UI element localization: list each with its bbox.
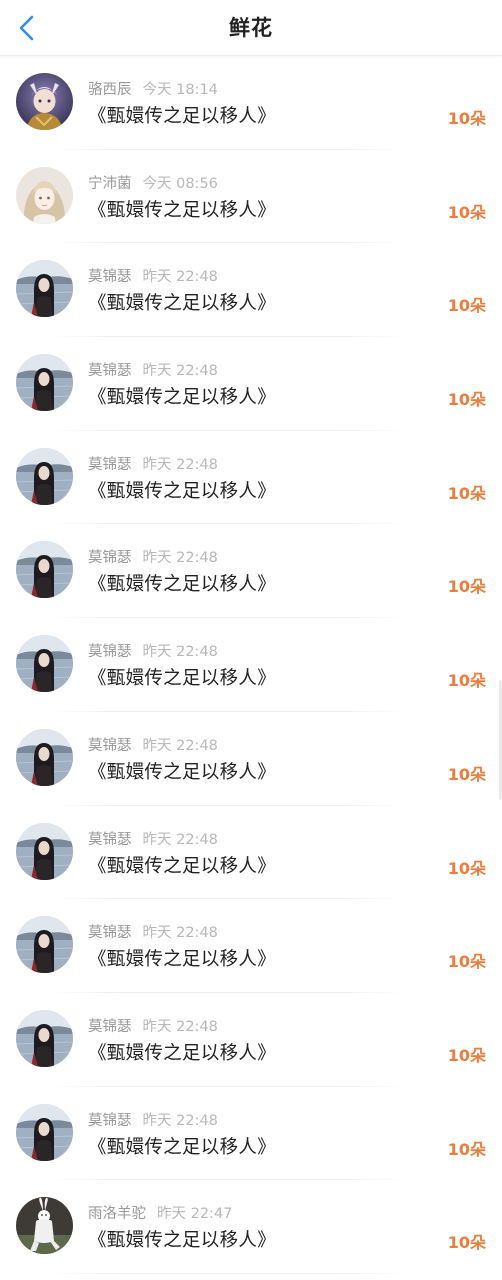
sender-meta: 莫锦瑟 昨天 22:48 xyxy=(88,640,218,661)
sender-name: 莫锦瑟 xyxy=(88,737,132,754)
sender-meta: 莫锦瑟 昨天 22:48 xyxy=(88,1015,218,1036)
sender-meta: 莫锦瑟 昨天 22:48 xyxy=(88,265,218,286)
list-item[interactable]: 莫锦瑟 昨天 22:48 《甄嬛传之足以移人》 10朵 xyxy=(0,1087,502,1181)
avatar[interactable] xyxy=(16,166,73,224)
flower-amount: 10朵 xyxy=(447,390,486,410)
avatar[interactable] xyxy=(16,916,73,974)
book-title: 《甄嬛传之足以移人》 xyxy=(88,106,277,127)
list-item[interactable]: 雨洛羊驼 昨天 22:47 《甄嬛传之足以移人》 10朵 xyxy=(0,1180,502,1274)
list-item[interactable]: 宁沛菌 今天 08:56 《甄嬛传之足以移人》 10朵 xyxy=(0,150,502,244)
list-item[interactable]: 莫锦瑟 昨天 22:48 《甄嬛传之足以移人》 10朵 xyxy=(0,243,502,338)
book-title: 《甄嬛传之足以移人》 xyxy=(88,293,277,315)
book-title: 《甄嬛传之足以移人》 xyxy=(88,574,277,596)
book-title: 《甄嬛传之足以移人》 xyxy=(88,949,277,971)
list-item[interactable]: 莫锦瑟 昨天 22:48 《甄嬛传之足以移人》 10朵 xyxy=(0,337,502,431)
book-title: 《甄嬛传之足以移人》 xyxy=(88,668,277,690)
flower-amount: 10朵 xyxy=(447,296,486,316)
list-item[interactable]: 莫锦瑟 昨天 22:48 《甄嬛传之足以移人》 10朵 xyxy=(0,431,502,525)
sender-meta: 雨洛羊驼 昨天 22:47 xyxy=(88,1202,232,1223)
flower-amount: 10朵 xyxy=(447,202,486,222)
list-item[interactable]: 莫锦瑟 昨天 22:48 《甄嬛传之足以移人》 10朵 xyxy=(0,899,502,993)
list-item[interactable]: 莫锦瑟 昨天 22:48 《甄嬛传之足以移人》 10朵 xyxy=(0,712,502,806)
send-time: 昨天 22:48 xyxy=(142,1112,218,1129)
sender-name: 莫锦瑟 xyxy=(88,363,132,380)
flower-amount: 10朵 xyxy=(447,483,486,503)
avatar[interactable] xyxy=(16,728,73,786)
flower-amount: 10朵 xyxy=(447,764,486,784)
avatar[interactable] xyxy=(16,1103,73,1161)
send-time: 昨天 22:48 xyxy=(142,456,218,473)
sender-name: 雨洛羊驼 xyxy=(88,1206,146,1223)
sender-name: 莫锦瑟 xyxy=(88,1018,132,1035)
list-item[interactable]: 莫锦瑟 昨天 22:48 《甄嬛传之足以移人》 10朵 xyxy=(0,618,502,712)
avatar[interactable] xyxy=(16,1197,73,1255)
sender-name: 宁沛菌 xyxy=(88,175,132,192)
row-divider xyxy=(48,1272,406,1274)
book-title: 《甄嬛传之足以移人》 xyxy=(88,199,277,221)
sender-meta: 莫锦瑟 昨天 22:48 xyxy=(88,828,218,849)
avatar[interactable] xyxy=(16,447,73,505)
book-title: 《甄嬛传之足以移人》 xyxy=(88,855,277,877)
flower-amount: 10朵 xyxy=(447,858,486,878)
sender-meta: 莫锦瑟 昨天 22:48 xyxy=(88,1109,218,1130)
sender-name: 莫锦瑟 xyxy=(88,831,132,848)
send-time: 昨天 22:48 xyxy=(142,644,218,661)
sender-meta: 宁沛菌 今天 08:56 xyxy=(88,172,218,193)
book-title: 《甄嬛传之足以移人》 xyxy=(88,761,277,783)
book-title: 《甄嬛传之足以移人》 xyxy=(88,1230,277,1252)
send-time: 昨天 22:48 xyxy=(142,550,218,567)
sender-meta: 骆西辰 今天 18:14 xyxy=(88,78,218,99)
sender-meta: 莫锦瑟 昨天 22:48 xyxy=(88,359,218,380)
send-time: 昨天 22:48 xyxy=(142,925,218,942)
send-time: 今天 08:56 xyxy=(142,175,218,192)
flower-amount: 10朵 xyxy=(447,577,486,597)
avatar[interactable] xyxy=(16,260,73,318)
list-item[interactable]: 莫锦瑟 昨天 22:48 《甄嬛传之足以移人》 10朵 xyxy=(0,993,502,1087)
sender-meta: 莫锦瑟 昨天 22:48 xyxy=(88,546,218,567)
flower-amount: 10朵 xyxy=(447,1139,486,1159)
sender-name: 莫锦瑟 xyxy=(88,644,132,661)
sender-name: 莫锦瑟 xyxy=(88,1112,132,1129)
avatar[interactable] xyxy=(16,354,73,412)
list-item[interactable]: 骆西辰 今天 18:14 《甄嬛传之足以移人》 10朵 xyxy=(0,56,502,150)
sender-meta: 莫锦瑟 昨天 22:48 xyxy=(88,734,218,755)
sender-meta: 莫锦瑟 昨天 22:48 xyxy=(88,453,218,474)
sender-name: 骆西辰 xyxy=(88,82,132,98)
sender-name: 莫锦瑟 xyxy=(88,925,132,942)
sender-meta: 莫锦瑟 昨天 22:48 xyxy=(88,921,218,942)
send-time: 今天 18:14 xyxy=(142,82,218,98)
sender-name: 莫锦瑟 xyxy=(88,269,132,286)
send-time: 昨天 22:48 xyxy=(142,831,218,848)
book-title: 《甄嬛传之足以移人》 xyxy=(88,1042,277,1064)
flower-amount: 10朵 xyxy=(447,952,486,972)
page-title: 鲜花 xyxy=(229,16,273,40)
flower-amount: 10朵 xyxy=(447,1233,486,1253)
list-item[interactable]: 莫锦瑟 昨天 22:48 《甄嬛传之足以移人》 10朵 xyxy=(0,806,502,900)
avatar[interactable] xyxy=(16,1009,73,1067)
flower-amount: 10朵 xyxy=(447,671,486,691)
send-time: 昨天 22:48 xyxy=(142,737,218,754)
flower-gift-list: 骆西辰 今天 18:14 《甄嬛传之足以移人》 10朵 宁沛菌 今天 08:56 《… xyxy=(0,56,502,1274)
send-time: 昨天 22:47 xyxy=(157,1206,233,1223)
send-time: 昨天 22:48 xyxy=(142,1018,218,1035)
avatar[interactable] xyxy=(16,822,73,880)
send-time: 昨天 22:48 xyxy=(142,363,218,380)
list-item[interactable]: 莫锦瑟 昨天 22:48 《甄嬛传之足以移人》 10朵 xyxy=(0,524,502,619)
book-title: 《甄嬛传之足以移人》 xyxy=(88,1136,277,1158)
top-bar: 鲜花 xyxy=(0,0,502,56)
avatar[interactable] xyxy=(16,541,73,599)
sender-name: 莫锦瑟 xyxy=(88,550,132,567)
send-time: 昨天 22:48 xyxy=(142,269,218,286)
flower-amount: 10朵 xyxy=(447,109,486,128)
avatar[interactable] xyxy=(16,635,73,693)
avatar[interactable] xyxy=(16,73,73,130)
flower-amount: 10朵 xyxy=(447,1045,486,1065)
book-title: 《甄嬛传之足以移人》 xyxy=(88,480,277,502)
book-title: 《甄嬛传之足以移人》 xyxy=(88,387,277,409)
sender-name: 莫锦瑟 xyxy=(88,456,132,473)
